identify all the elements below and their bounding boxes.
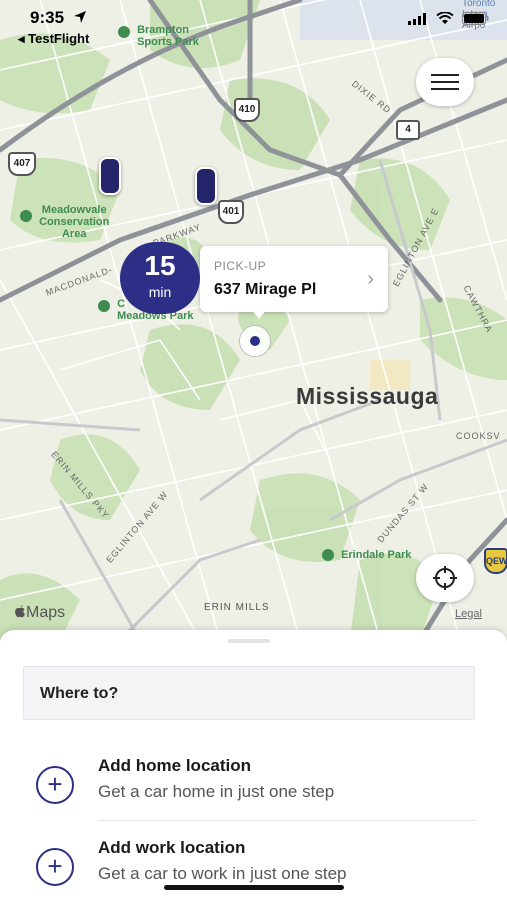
highway-shield-icon: 407 — [8, 152, 36, 176]
highway-410-label: 410 — [238, 104, 256, 115]
crosshair-icon — [433, 566, 457, 590]
park-label-erindale: Erindale Park — [322, 549, 411, 561]
park-label-meadowvale: Meadowvale Conservation Area — [20, 204, 109, 240]
park-icon — [98, 300, 110, 312]
status-time: 9:35 — [30, 8, 87, 28]
current-location-dot — [240, 326, 270, 356]
menu-icon — [431, 88, 459, 90]
status-icons — [408, 12, 489, 25]
park-icon — [322, 549, 334, 561]
destination-search-field[interactable]: Where to? — [23, 666, 475, 720]
sheet-grabber[interactable] — [228, 639, 270, 643]
apple-logo-icon — [15, 605, 25, 618]
add-home-location-button[interactable]: + Add home location Get a car home in ju… — [0, 756, 507, 826]
city-label: Mississauga — [296, 383, 439, 409]
pickup-bubble[interactable]: PICK-UP 637 Mirage Pl › — [200, 246, 388, 312]
car-icon — [195, 167, 217, 205]
status-time-text: 9:35 — [30, 8, 65, 27]
highway-401-label: 401 — [222, 206, 240, 217]
park-icon — [20, 210, 32, 222]
highway-shield-icon: 401 — [218, 200, 244, 224]
location-arrow-icon — [73, 11, 86, 23]
add-work-location-button[interactable]: + Add work location Get a car to work in… — [0, 838, 507, 900]
eta-value: 15 — [144, 250, 176, 281]
park-name: Meadowvale Conservation Area — [39, 204, 110, 240]
car-icon — [99, 157, 121, 195]
shortcut-title: Add home location — [98, 756, 251, 775]
bottom-sheet: Where to? + Add home location Get a car … — [0, 630, 507, 900]
plus-icon: + — [36, 848, 74, 886]
highway-shield-icon: QEW — [484, 548, 507, 574]
maps-attribution: Maps — [14, 604, 65, 622]
area-label-erin-mills: ERIN MILLS — [204, 602, 270, 613]
plus-icon: + — [36, 766, 74, 804]
highway-shield-icon: 4 — [396, 120, 420, 140]
shortcut-subtitle: Get a car home in just one step — [98, 782, 335, 801]
status-bar: 9:35 ◂ TestFlight — [0, 0, 507, 48]
wifi-icon — [436, 12, 454, 24]
recenter-location-button[interactable] — [416, 554, 474, 602]
pickup-card[interactable]: PICK-UP 637 Mirage Pl › 15 min — [120, 242, 388, 314]
street-label-cooksville: COOKSV — [456, 431, 501, 441]
chevron-right-icon: › — [367, 268, 374, 290]
back-to-testflight[interactable]: ◂ TestFlight — [18, 31, 89, 47]
shortcut-subtitle: Get a car to work in just one step — [98, 864, 347, 883]
highway-407-label: 407 — [13, 158, 31, 169]
legal-link[interactable]: Legal — [455, 608, 482, 620]
pickup-label: PICK-UP — [214, 259, 267, 273]
signal-icon — [408, 12, 426, 25]
highway-shield-icon: 410 — [234, 98, 260, 122]
menu-button[interactable] — [416, 58, 474, 106]
shortcut-title: Add work location — [98, 838, 246, 857]
battery-icon — [462, 12, 489, 25]
destination-search-placeholder: Where to? — [40, 685, 119, 702]
menu-icon — [431, 74, 459, 76]
maps-attribution-text: Maps — [26, 604, 66, 621]
home-indicator — [164, 885, 344, 890]
pickup-address: 637 Mirage Pl — [214, 281, 317, 298]
divider — [98, 820, 476, 821]
eta-badge: 15 min — [120, 242, 200, 314]
eta-unit: min — [148, 284, 172, 300]
highway-4-label: 4 — [405, 124, 411, 135]
park-name: Erindale Park — [341, 549, 412, 561]
pickup-pointer — [252, 310, 266, 319]
menu-icon — [431, 81, 459, 83]
highway-qew-label: QEW — [486, 556, 507, 566]
